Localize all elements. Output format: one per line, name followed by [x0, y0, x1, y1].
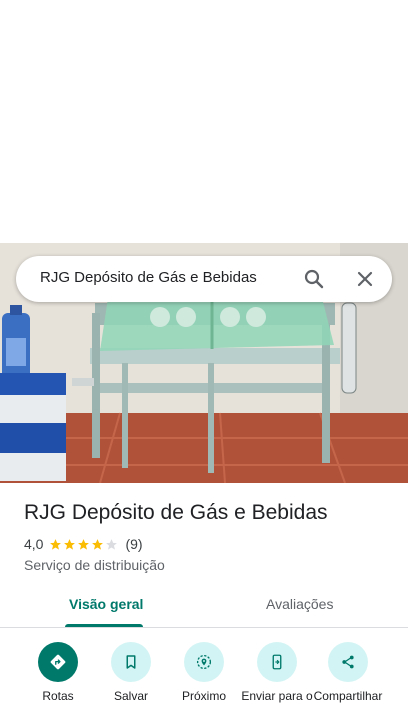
map-placeholder-area [0, 0, 408, 243]
share-button-circle[interactable] [328, 642, 368, 682]
search-bar[interactable]: RJG Depósito de Gás e Bebidas [16, 256, 392, 302]
share-label: Compartilhar [313, 689, 383, 703]
send-to-phone-label: Enviar para o [241, 689, 313, 703]
search-input[interactable]: RJG Depósito de Gás e Bebidas [40, 269, 257, 286]
share-icon [342, 655, 354, 669]
send-to-phone-button[interactable]: Enviar para o [241, 640, 313, 703]
place-title: RJG Depósito de Gás e Bebidas [24, 501, 328, 524]
share-button[interactable]: Compartilhar [312, 640, 384, 703]
nearby-button-circle[interactable] [184, 642, 224, 682]
nearby-button[interactable]: Próximo [168, 640, 240, 703]
directions-label: Rotas [42, 689, 74, 703]
star-rating [49, 538, 119, 551]
star-filled-icon [78, 538, 90, 550]
tab-overview[interactable]: Visão geral [69, 596, 143, 612]
directions-icon [50, 654, 66, 670]
star-filled-icon [64, 538, 76, 550]
rating-value: 4,0 [24, 536, 44, 552]
star-empty-icon [106, 538, 118, 550]
send-to-phone-icon [272, 654, 282, 670]
active-tab-indicator [65, 624, 143, 627]
place-tabs: Visão geral Avaliações [0, 586, 408, 628]
tab-reviews[interactable]: Avaliações [266, 596, 333, 612]
search-icon[interactable] [302, 267, 326, 291]
nearby-icon [196, 654, 212, 670]
star-filled-icon [92, 538, 104, 550]
star-filled-icon [50, 538, 62, 550]
send-to-phone-button-circle[interactable] [257, 642, 297, 682]
close-icon[interactable] [353, 267, 377, 291]
place-category: Serviço de distribuição [24, 557, 165, 573]
bookmark-icon [126, 655, 136, 669]
directions-button-circle[interactable] [38, 642, 78, 682]
save-button-circle[interactable] [111, 642, 151, 682]
save-button[interactable]: Salvar [95, 640, 167, 703]
action-bar: Rotas Salvar Próximo Enviar para o Compa… [0, 640, 408, 726]
directions-button[interactable]: Rotas [22, 640, 94, 703]
nearby-label: Próximo [181, 689, 226, 703]
review-count: (9) [125, 536, 143, 552]
rating-row[interactable]: 4,0 (9) [24, 536, 143, 552]
save-label: Salvar [113, 689, 148, 703]
